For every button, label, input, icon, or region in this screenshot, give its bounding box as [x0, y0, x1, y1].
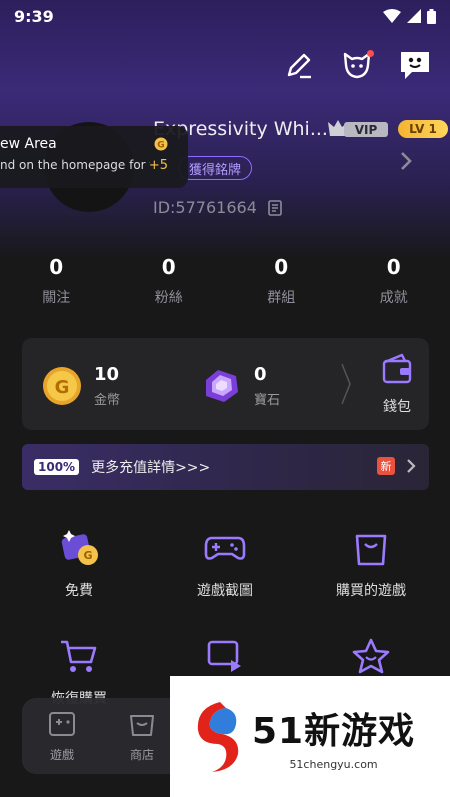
- watermark-url: 51chengyu.com: [289, 758, 378, 771]
- coins-label: 金幣: [94, 393, 121, 408]
- share-screen-icon: [207, 640, 241, 672]
- stat-value: 0: [386, 255, 401, 279]
- status-bar: 9:39: [0, 0, 450, 32]
- stats-row: 0 關注 0 粉絲 0 群組 0 成就: [0, 255, 450, 307]
- vip-label: VIP: [355, 123, 378, 137]
- stat-label: 關注: [42, 290, 71, 306]
- coin-icon: G: [154, 137, 168, 151]
- recharge-banner[interactable]: 100% 更多充值詳情>>> 新: [22, 444, 429, 490]
- grid-label: 免費: [65, 583, 93, 599]
- watermark: 51新游戏 51chengyu.com: [170, 676, 450, 797]
- wallet-icon: [382, 353, 412, 384]
- edit-button[interactable]: [282, 48, 316, 82]
- chevron-right-icon: [407, 459, 416, 473]
- recharge-text: 更多充值詳情>>>: [91, 460, 211, 476]
- svg-text:G: G: [157, 141, 164, 151]
- watermark-text: 51新游戏 51chengyu.com: [252, 702, 415, 771]
- cart-icon: [61, 640, 97, 672]
- gems-balance[interactable]: 0 寶石: [200, 364, 280, 408]
- stat-label: 成就: [379, 290, 408, 306]
- top-actions: [282, 48, 432, 82]
- coins-value: 10: [94, 364, 120, 385]
- status-time: 9:39: [14, 6, 54, 26]
- stat-followers[interactable]: 0 粉絲: [113, 255, 226, 307]
- stat-value: 0: [161, 255, 176, 279]
- bottom-nav: 遊戲 商店: [22, 698, 182, 774]
- user-id-text: ID:57761664: [153, 198, 257, 217]
- messages-button[interactable]: [398, 48, 432, 82]
- toast-reward: +5: [148, 158, 168, 173]
- wifi-icon: [383, 9, 401, 23]
- vip-badge: VIP: [328, 120, 388, 137]
- reward-toast: ew Area nd on the homepage for t... G +5: [0, 126, 188, 188]
- chat-bubble-icon: [401, 52, 429, 79]
- status-icons: [383, 8, 436, 24]
- avatar-customize-button[interactable]: [340, 48, 374, 82]
- stat-value: 0: [49, 255, 64, 279]
- divider-chevron: [341, 363, 351, 405]
- wallet-button[interactable]: 錢包: [372, 352, 422, 416]
- watermark-logo: [197, 701, 239, 772]
- stat-achievements[interactable]: 0 成就: [338, 255, 450, 307]
- battery-icon: [427, 8, 436, 24]
- gem-icon: [206, 370, 238, 402]
- grid-item-free[interactable]: G 免費: [4, 528, 154, 600]
- percent-tag: 100%: [34, 459, 80, 475]
- wallet-label: 錢包: [383, 399, 411, 415]
- nav-item-games[interactable]: 遊戲: [22, 698, 102, 774]
- nav-label: 遊戲: [49, 748, 74, 762]
- gems-label: 寶石: [254, 393, 281, 408]
- copy-icon[interactable]: [267, 199, 283, 216]
- stat-label: 粉絲: [154, 290, 183, 306]
- pencil-icon: [287, 53, 311, 79]
- user-id: ID:57761664: [153, 198, 283, 217]
- level-badge: LV 1: [398, 120, 448, 138]
- grid-label: 購買的遊戲: [336, 583, 406, 599]
- profile-chevron-right-icon[interactable]: [398, 150, 414, 172]
- svg-text:G: G: [55, 377, 70, 398]
- game-icon: [49, 712, 75, 736]
- grid-item-purchased-games[interactable]: 購買的遊戲: [296, 528, 446, 600]
- coins-balance[interactable]: G 10 金幣: [42, 364, 120, 408]
- get-badge-button[interactable]: 獲得銘牌: [178, 156, 253, 180]
- watermark-title: 51新游戏: [252, 711, 416, 752]
- stat-groups[interactable]: 0 群組: [225, 255, 338, 307]
- grid-item-screenshots[interactable]: 遊戲截圖: [150, 528, 300, 600]
- stat-value: 0: [274, 255, 289, 279]
- wallet-card: G 10 金幣 0 寶石 錢包: [22, 338, 429, 430]
- gems-value: 0: [254, 364, 267, 385]
- grid-label: 遊戲截圖: [197, 583, 253, 599]
- gold-coin-icon: G: [43, 367, 81, 405]
- signal-icon: [407, 9, 421, 23]
- store-icon: [130, 715, 154, 736]
- star-icon: [352, 638, 390, 674]
- shopping-bag-icon: [355, 534, 387, 566]
- svg-text:G: G: [83, 549, 92, 562]
- stat-following[interactable]: 0 關注: [0, 255, 113, 307]
- free-coins-icon: G: [61, 530, 98, 565]
- toast-message: nd on the homepage for t...: [0, 158, 150, 172]
- stat-label: 群組: [267, 290, 296, 306]
- notification-dot: [367, 50, 374, 57]
- new-tag: 新: [377, 457, 395, 475]
- gamepad-icon: [204, 536, 246, 560]
